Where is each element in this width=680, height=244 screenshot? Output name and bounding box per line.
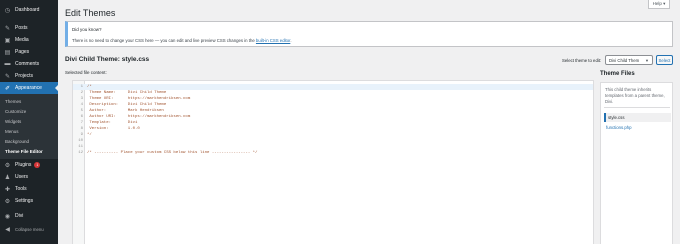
sidebar-item-label: Plugins [15, 162, 32, 168]
submenu-item-themes[interactable]: Themes [0, 96, 58, 106]
sidebar-item-dashboard[interactable]: ◷ Dashboard [0, 4, 58, 16]
submenu-item-menus[interactable]: Menus [0, 126, 58, 136]
update-count-badge: 1 [34, 162, 41, 168]
select-button[interactable]: Select [656, 55, 673, 65]
sidebar-item-users[interactable]: ♟ Users [0, 171, 58, 183]
sidebar-item-media[interactable]: ▣ Media [0, 34, 58, 46]
code-editor[interactable]: 1/* 2 Theme Name: Divi Child Theme 3 Theme… [72, 80, 594, 244]
theme-file-style-css[interactable]: style.css [604, 113, 671, 122]
media-icon: ▣ [4, 37, 11, 44]
chevron-down-icon: ▼ [645, 57, 649, 63]
appearance-submenu: Themes Customize Widgets Menus Background The… [0, 94, 58, 159]
selected-file-label: Selected file content: [65, 70, 107, 75]
sidebar-item-collapse-menu[interactable]: ◀ Collapse menu [0, 223, 58, 235]
notice-text: There is no need to change your CSS here… [72, 38, 292, 43]
select-theme-label: Select theme to edit: [562, 58, 602, 63]
pin-icon: ✎ [4, 25, 11, 32]
help-tab[interactable]: Help ▾ [648, 0, 670, 9]
sidebar-item-label: Projects [15, 73, 34, 79]
projects-icon: ✎ [4, 73, 11, 80]
sidebar-item-label: Dashboard [15, 7, 40, 13]
sidebar-item-posts[interactable]: ✎ Posts [0, 22, 58, 34]
line-number: 12 [78, 151, 83, 155]
sidebar-item-label: Posts [15, 25, 28, 31]
theme-files-panel: This child theme inherits templates from… [600, 82, 673, 244]
submenu-item-widgets[interactable]: Widgets [0, 116, 58, 126]
sidebar-item-appearance[interactable]: ✐ Appearance [0, 82, 58, 94]
sidebar-item-label: Settings [15, 198, 34, 204]
sidebar-item-label: Tools [15, 186, 27, 192]
notice-text-before: There is no need to change your CSS here… [72, 38, 256, 43]
page-icon: ▤ [4, 49, 11, 56]
sidebar-item-label: Divi [15, 213, 24, 219]
settings-icon: ⚙ [4, 198, 11, 205]
brush-icon: ✐ [4, 85, 11, 92]
page-title: Edit Themes [65, 8, 116, 18]
theme-file-functions-php[interactable]: functions.php [604, 123, 671, 132]
submenu-item-background[interactable]: Background [0, 136, 58, 146]
collapse-icon: ◀ [5, 226, 10, 233]
theme-files-heading: Theme Files [600, 71, 635, 77]
sidebar-item-label: Users [15, 174, 29, 180]
notice-text-after: . [290, 38, 292, 43]
code-text: /* ---------- Place your custom CSS belo… [87, 151, 258, 155]
sidebar-item-label: Media [15, 37, 29, 43]
submenu-item-theme-file-editor[interactable]: Theme File Editor [0, 146, 58, 156]
comment-icon: ▬ [4, 61, 11, 67]
sidebar-item-label: Collapse menu [15, 226, 44, 232]
sidebar-item-projects[interactable]: ✎ Projects [0, 70, 58, 82]
sidebar-item-settings[interactable]: ⚙ Settings [0, 195, 58, 207]
divi-icon: ◉ [4, 213, 11, 220]
sidebar-item-label: Comments [15, 61, 40, 67]
sidebar-item-divi[interactable]: ◉ Divi [0, 210, 58, 222]
css-editor-link[interactable]: built-in CSS editor [256, 38, 290, 43]
did-you-know-notice: Did you know? There is no need to change… [65, 21, 673, 47]
divider [604, 107, 670, 108]
file-heading: Divi Child Theme: style.css [65, 56, 150, 63]
active-indicator [55, 85, 58, 91]
theme-files-description: This child theme inherits templates from… [605, 87, 665, 104]
sidebar-item-label: Appearance [15, 85, 42, 91]
notice-title: Did you know? [72, 27, 102, 32]
sidebar-item-pages[interactable]: ▤ Pages [0, 46, 58, 58]
sidebar-item-comments[interactable]: ▬ Comments [0, 58, 58, 70]
theme-select-value: Divi Child Them [609, 57, 640, 63]
submenu-item-customize[interactable]: Customize [0, 106, 58, 116]
dashboard-icon: ◷ [4, 7, 11, 14]
sidebar-item-label: Pages [15, 49, 30, 55]
theme-select[interactable]: Divi Child Them ▼ [605, 55, 653, 65]
sidebar-item-plugins[interactable]: ⚙ Plugins 1 [0, 159, 58, 171]
code-line: 12 /* ---------- Place your custom CSS be… [73, 150, 593, 156]
plugin-icon: ⚙ [4, 162, 11, 169]
users-icon: ♟ [4, 174, 11, 181]
admin-sidebar: ◷ Dashboard ✎ Posts ▣ Media ▤ Pages ▬ Comments ✎ Pr… [0, 0, 58, 244]
sidebar-item-tools[interactable]: ✚ Tools [0, 183, 58, 195]
tools-icon: ✚ [4, 186, 11, 193]
